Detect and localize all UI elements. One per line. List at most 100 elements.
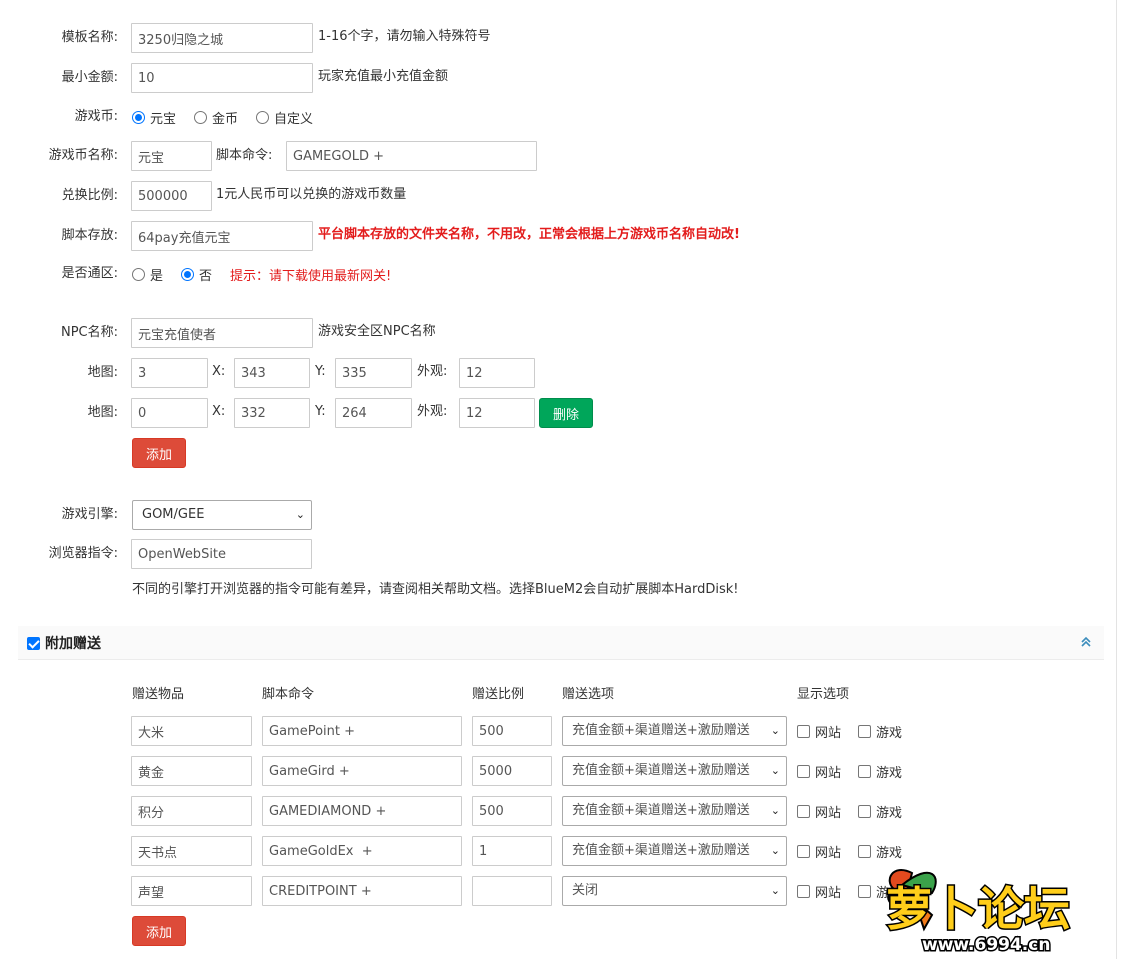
add-bonus-button[interactable]: 添加 — [132, 916, 186, 946]
header-option: 赠送选项 — [562, 687, 615, 702]
svg-text:www.6994.cn: www.6994.cn — [922, 935, 1050, 955]
checkbox-unchecked-icon[interactable] — [797, 724, 810, 738]
header-ratio: 赠送比例 — [472, 687, 525, 702]
script-store-input[interactable] — [131, 221, 313, 251]
map-x-input[interactable] — [234, 398, 310, 428]
checkbox-unchecked-icon[interactable] — [797, 804, 810, 818]
radio-unchecked-icon[interactable] — [256, 110, 270, 124]
display-site-checkbox[interactable]: 网站 — [797, 836, 841, 866]
template-name-label: 模板名称: — [61, 30, 118, 45]
map-id-input[interactable] — [131, 398, 208, 428]
x-label: X: — [212, 404, 226, 419]
bonus-option-select[interactable]: 充值金额+渠道赠送+激励赠送 ⌄ — [562, 716, 787, 746]
script-command-input[interactable] — [286, 141, 537, 171]
map-y-input[interactable] — [335, 358, 412, 388]
chevron-down-icon: ⌄ — [770, 804, 780, 817]
map-look-input[interactable] — [459, 358, 535, 388]
bonus-item-input[interactable] — [131, 756, 252, 786]
checkbox-unchecked-icon[interactable] — [797, 764, 810, 778]
header-display: 显示选项 — [797, 687, 850, 702]
currency-option-custom[interactable]: 自定义 — [256, 108, 313, 127]
map-label: 地图: — [87, 365, 118, 380]
bonus-item-input[interactable] — [131, 836, 252, 866]
display-site-checkbox[interactable]: 网站 — [797, 716, 841, 746]
browser-cmd-input[interactable] — [131, 539, 312, 569]
bonus-option-select[interactable]: 充值金额+渠道赠送+激励赠送 ⌄ — [562, 836, 787, 866]
display-game-checkbox[interactable]: 游戏 — [858, 716, 902, 746]
browser-cmd-note: 不同的引擎打开浏览器的指令可能有差异，请查阅相关帮助文档。选择BlueM2会自动… — [132, 582, 739, 597]
script-command-label: 脚本命令: — [216, 148, 273, 163]
radio-checked-icon[interactable] — [181, 267, 195, 281]
display-site-checkbox[interactable]: 网站 — [797, 876, 841, 906]
bonus-ratio-input[interactable] — [472, 716, 552, 746]
bonus-ratio-input[interactable] — [472, 796, 552, 826]
look-label: 外观: — [417, 364, 448, 379]
bonus-ratio-input[interactable] — [472, 876, 552, 906]
ratio-label: 兑换比例: — [61, 188, 118, 203]
bonus-option-select[interactable]: 充值金额+渠道赠送+激励赠送 ⌄ — [562, 756, 787, 786]
map-look-input[interactable] — [459, 398, 535, 428]
chevron-down-icon: ⌄ — [770, 844, 780, 857]
checkbox-unchecked-icon[interactable] — [797, 884, 810, 898]
checkbox-unchecked-icon[interactable] — [858, 844, 871, 858]
delete-map-button[interactable]: 删除 — [539, 398, 593, 428]
map-id-input[interactable] — [131, 358, 208, 388]
add-map-button[interactable]: 添加 — [132, 438, 186, 468]
checkbox-checked-icon[interactable] — [27, 636, 40, 650]
checkbox-unchecked-icon[interactable] — [797, 844, 810, 858]
npc-name-label: NPC名称: — [60, 325, 118, 340]
min-amount-hint: 玩家充值最小充值金额 — [318, 69, 449, 84]
checkbox-unchecked-icon[interactable] — [858, 764, 871, 778]
checkbox-unchecked-icon[interactable] — [858, 804, 871, 818]
currency-label: 游戏币: — [74, 109, 118, 124]
map-x-input[interactable] — [234, 358, 310, 388]
chevron-down-icon: ⌄ — [770, 764, 780, 777]
browser-cmd-label: 浏览器指令: — [48, 546, 118, 561]
bonus-item-input[interactable] — [131, 796, 252, 826]
collapse-icon[interactable] — [1078, 634, 1094, 650]
radio-checked-icon[interactable] — [132, 110, 145, 124]
engine-select[interactable]: GOM/GEE ⌄ — [132, 500, 312, 530]
currency-name-label: 游戏币名称: — [48, 148, 118, 163]
currency-name-input[interactable] — [131, 141, 212, 171]
currency-option-gold[interactable]: 金币 — [194, 108, 238, 127]
radio-unchecked-icon[interactable] — [194, 110, 208, 124]
display-game-checkbox[interactable]: 游戏 — [858, 796, 902, 826]
svg-text:萝卜论坛: 萝卜论坛 — [886, 882, 1070, 936]
bonus-script-input[interactable] — [262, 836, 462, 866]
bonus-script-input[interactable] — [262, 756, 462, 786]
chevron-down-icon: ⌄ — [770, 884, 780, 897]
checkbox-unchecked-icon[interactable] — [858, 884, 871, 898]
display-game-checkbox[interactable]: 游戏 — [858, 756, 902, 786]
bonus-script-input[interactable] — [262, 876, 462, 906]
site-watermark-logo: 萝卜论坛 www.6994.cn — [872, 855, 1108, 957]
all-zone-radio-group: 是 否 提示：请下载使用最新网关! — [132, 259, 391, 289]
template-name-input[interactable] — [131, 23, 313, 53]
display-site-checkbox[interactable]: 网站 — [797, 796, 841, 826]
all-zone-hint: 提示：请下载使用最新网关! — [230, 268, 392, 284]
bonus-option-select[interactable]: 充值金额+渠道赠送+激励赠送 ⌄ — [562, 796, 787, 826]
bonus-ratio-input[interactable] — [472, 756, 552, 786]
radio-unchecked-icon[interactable] — [132, 267, 145, 281]
bonus-item-input[interactable] — [131, 716, 252, 746]
currency-option-yuanbao[interactable]: 元宝 — [132, 108, 176, 127]
currency-radio-group: 元宝 金币 自定义 — [132, 102, 331, 132]
chevron-down-icon: ⌄ — [770, 724, 780, 737]
bonus-script-input[interactable] — [262, 716, 462, 746]
ratio-input[interactable] — [131, 181, 212, 211]
bonus-toggle[interactable]: 附加赠送 — [27, 626, 101, 660]
checkbox-unchecked-icon[interactable] — [858, 724, 871, 738]
min-amount-input[interactable] — [131, 63, 313, 93]
map-y-input[interactable] — [335, 398, 412, 428]
bonus-option-select[interactable]: 关闭 ⌄ — [562, 876, 787, 906]
all-zone-option-yes[interactable]: 是 — [132, 265, 163, 284]
all-zone-option-no[interactable]: 否 — [181, 265, 212, 284]
bonus-item-input[interactable] — [131, 876, 252, 906]
x-label: X: — [212, 364, 226, 379]
npc-name-input[interactable] — [131, 318, 313, 348]
bonus-script-input[interactable] — [262, 796, 462, 826]
bonus-ratio-input[interactable] — [472, 836, 552, 866]
display-site-checkbox[interactable]: 网站 — [797, 756, 841, 786]
script-store-warning: 平台脚本存放的文件夹名称，不用改，正常会根据上方游戏币名称自动改! — [318, 227, 740, 242]
npc-name-hint: 游戏安全区NPC名称 — [318, 324, 436, 339]
